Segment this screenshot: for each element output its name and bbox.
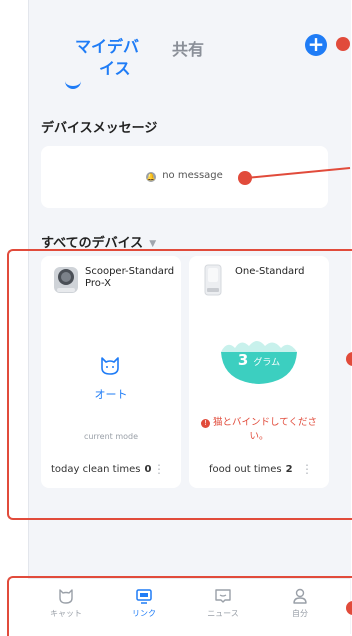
bell-icon: 🔔 (146, 172, 157, 182)
tab-my-devices[interactable]: マイデバ イス (75, 36, 149, 80)
annotation-box-nav (7, 576, 352, 636)
chevron-down-icon: ▼ (149, 239, 157, 249)
annotation-pointer-line (245, 167, 351, 179)
messages-section-title: デバイスメッセージ (41, 121, 158, 136)
active-tab-indicator (65, 80, 81, 89)
annotation-marker-header (336, 37, 350, 51)
tab-my-devices-label-line2: イス (99, 59, 131, 78)
tab-shared[interactable]: 共有 (172, 36, 204, 60)
add-device-button[interactable]: + (305, 34, 327, 56)
message-empty-text: no message (162, 170, 223, 181)
annotation-box-devices (7, 249, 352, 520)
tab-my-devices-label-line1: マイデバ (75, 37, 140, 56)
